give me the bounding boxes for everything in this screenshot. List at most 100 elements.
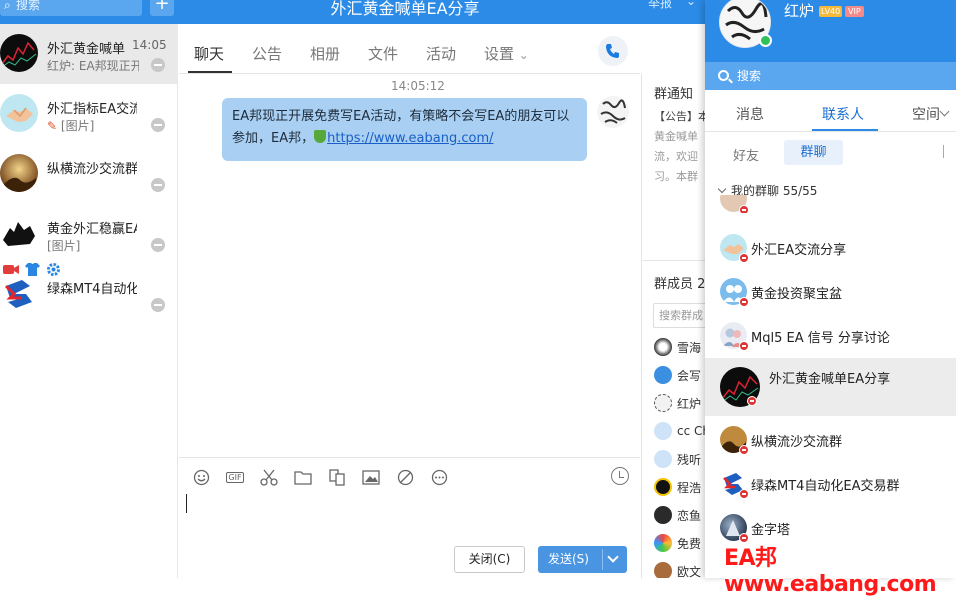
group-notice-title: 群通知 <box>654 87 694 102</box>
member-item[interactable]: 红炉 <box>654 393 701 413</box>
member-item[interactable]: 恋鱼 <box>654 505 701 525</box>
group-name: 纵横流沙交流群 <box>751 435 843 450</box>
image-icon[interactable] <box>360 468 382 486</box>
tab-settings[interactable]: 设置 ⌄ <box>484 43 529 64</box>
conversation-item[interactable]: 外汇指标EA交流 ✎ [图片] <box>0 84 178 144</box>
group-item[interactable]: 纵横流沙交流群 <box>705 418 956 462</box>
group-notice-text[interactable]: 【公告】本 黄金喊单 流，欢迎 习。本群 <box>654 107 705 187</box>
message-link[interactable]: https://www.eabang.com/ <box>327 131 493 146</box>
input-toolbar: GIF <box>190 468 450 486</box>
sender-avatar[interactable] <box>597 96 629 128</box>
conversation-item[interactable]: 黄金外汇稳赢EA [图片] <box>0 204 178 264</box>
member-name: 会写 <box>677 368 702 383</box>
report-link[interactable]: 举报 <box>648 0 672 11</box>
group-name: 黄金投资聚宝盆 <box>751 287 843 302</box>
group-item-partial[interactable] <box>705 195 956 213</box>
search-input[interactable]: ⌕ 搜索 <box>0 0 142 16</box>
tab-space[interactable]: 空间 <box>912 104 940 124</box>
group-item[interactable]: 黄金投资聚宝盆 <box>705 270 956 314</box>
member-avatar <box>654 422 672 440</box>
text-caret <box>186 494 187 513</box>
member-item[interactable]: cc Ch <box>654 421 705 441</box>
contacts-search-input[interactable]: 搜索 <box>705 62 956 90</box>
subtab-groups[interactable]: 群聊 <box>784 140 843 165</box>
conversation-item[interactable]: 纵横流沙交流群 <box>0 144 178 204</box>
conversation-item[interactable]: 外汇黄金喊单 14:05 红炉: EA邦现正开 <box>0 24 178 84</box>
send-options-chevron-icon[interactable] <box>607 551 619 563</box>
send-button[interactable]: 发送(S) <box>538 546 627 573</box>
member-avatar <box>654 506 672 524</box>
subtab-friends[interactable]: 好友 <box>733 145 759 164</box>
conversation-name: 纵横流沙交流群 <box>47 162 137 177</box>
member-search-input[interactable]: 搜索群成 <box>653 303 705 328</box>
level-badge: LV40 <box>819 6 843 17</box>
active-tab-indicator <box>812 129 878 131</box>
member-item[interactable]: 残听 <box>654 449 701 469</box>
muted-icon <box>151 178 165 192</box>
tab-activity[interactable]: 活动 <box>426 43 456 64</box>
member-item[interactable]: 程浩 <box>654 477 701 497</box>
conversation-name: 外汇指标EA交流 <box>47 102 137 117</box>
message-bubble: EA邦现正开展免费写EA活动，有策略不会写EA的朋友可以参加，EA邦， https… <box>222 98 587 161</box>
search-placeholder: 搜索 <box>16 0 41 12</box>
group-item[interactable]: Mql5 EA 信号 分享讨论 <box>705 314 956 358</box>
gif-icon[interactable]: GIF <box>224 468 246 486</box>
voice-call-button[interactable] <box>598 36 628 66</box>
group-info-panel: 群通知 【公告】本 黄金喊单 流，欢迎 习。本群 群成员 2 搜索群成 雪海 会… <box>641 74 705 578</box>
group-name: 金字塔 <box>751 523 791 538</box>
member-item[interactable]: 免费 <box>654 533 701 553</box>
member-item[interactable]: 欧文 <box>654 561 701 578</box>
folder-icon[interactable] <box>292 468 314 486</box>
member-name: 雪海 <box>677 340 702 355</box>
group-name: Mql5 EA 信号 分享讨论 <box>751 331 890 346</box>
tab-chat[interactable]: 聊天 <box>194 43 224 64</box>
muted-icon <box>151 298 165 312</box>
muted-badge-icon <box>739 253 749 263</box>
contacts-tabs: 消息 联系人 空间 <box>705 90 956 132</box>
chevron-down-icon[interactable] <box>939 106 950 117</box>
conversation-name: 黄金外汇稳赢EA <box>47 222 137 237</box>
video-icon[interactable] <box>3 263 19 275</box>
tab-messages[interactable]: 消息 <box>736 104 764 124</box>
tab-announcement[interactable]: 公告 <box>252 43 282 64</box>
conversation-preview: 红炉: EA邦现正开 <box>47 59 139 73</box>
member-avatar <box>654 394 672 412</box>
add-button[interactable]: + <box>150 0 174 16</box>
active-tab-indicator <box>188 71 232 73</box>
member-item[interactable]: 雪海 <box>654 337 701 357</box>
tshirt-icon[interactable] <box>25 262 40 276</box>
vip-badge: VIP <box>845 6 864 17</box>
send-label: 发送(S) <box>548 552 589 566</box>
muted-badge-icon <box>739 489 749 499</box>
member-name: 程浩 <box>677 480 702 495</box>
emoji-icon[interactable] <box>190 468 212 486</box>
history-clock-icon[interactable] <box>611 467 629 485</box>
document-icon[interactable] <box>326 468 348 486</box>
gear-icon[interactable] <box>46 262 61 277</box>
muted-icon <box>151 58 165 72</box>
my-nickname: 红炉 <box>784 2 815 20</box>
scissors-icon[interactable] <box>258 468 280 486</box>
muted-badge-icon <box>739 341 749 351</box>
chevron-down-icon[interactable]: ⌄ <box>686 0 696 8</box>
conversation-name: 绿森MT4自动化E <box>47 282 137 297</box>
muted-badge-icon <box>739 297 749 307</box>
more-icon[interactable] <box>428 468 450 486</box>
muted-icon <box>151 118 165 132</box>
close-button[interactable]: 关闭(C) <box>454 546 525 573</box>
group-name: 外汇黄金喊单EA分享 <box>769 372 891 387</box>
phone-icon <box>606 44 619 58</box>
chevron-down-icon: ⌄ <box>518 48 529 62</box>
shake-icon[interactable] <box>394 468 416 486</box>
message-input-area[interactable]: GIF 关闭(C) 发送(S) <box>179 457 640 578</box>
group-item[interactable]: 外汇EA交流分享 <box>705 226 956 270</box>
group-item-selected[interactable]: 外汇黄金喊单EA分享 <box>705 358 956 416</box>
muted-icon <box>151 238 165 252</box>
tab-contacts[interactable]: 联系人 <box>822 104 864 124</box>
group-item[interactable]: 绿森MT4自动化EA交易群 <box>705 462 956 506</box>
chevron-down-icon <box>717 184 727 194</box>
notice-line: 【公告】本 <box>654 110 705 123</box>
tab-album[interactable]: 相册 <box>310 43 340 64</box>
tab-files[interactable]: 文件 <box>368 43 398 64</box>
member-item[interactable]: 会写 <box>654 365 701 385</box>
